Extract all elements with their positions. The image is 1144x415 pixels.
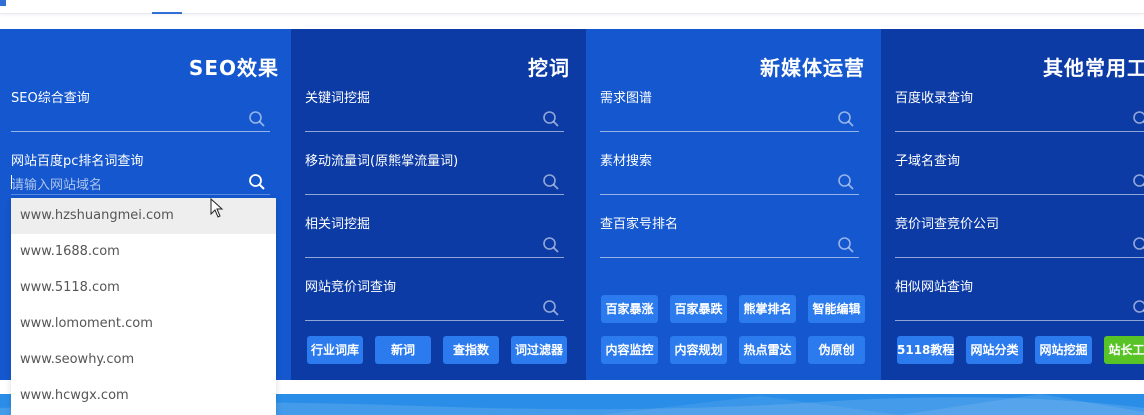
new-words-button[interactable]: 新词 xyxy=(375,336,431,364)
check-index-button[interactable]: 查指数 xyxy=(443,336,499,364)
hot-radar-button[interactable]: 热点雷达 xyxy=(739,336,796,364)
input-placeholder: 请输入网站域名 xyxy=(11,178,103,193)
panel-new-media: 新媒体运营 需求图谱 素材搜索 查百家号排名 百家暴涨 百家暴跌 熊掌排名 智能… xyxy=(586,29,881,380)
search-icon[interactable] xyxy=(542,299,560,317)
other-button-row: 5118教程 网站分类 网站挖掘 站长工具 xyxy=(897,336,1144,364)
baijiahao-rank-field: 查百家号排名 xyxy=(600,213,859,261)
bid-company-field: 竞价词查竞价公司 xyxy=(895,213,1144,261)
site-mining-button[interactable]: 网站挖掘 xyxy=(1035,336,1092,364)
suggestion-item[interactable]: www.hcwgx.com xyxy=(11,378,276,414)
demand-graph-field: 需求图谱 xyxy=(600,87,859,135)
related-word-field: 相关词挖掘 xyxy=(305,213,564,261)
content-monitor-button[interactable]: 内容监控 xyxy=(601,336,658,364)
seo-overall-query-input[interactable] xyxy=(11,107,270,132)
baidu-index-query-input[interactable] xyxy=(895,107,1144,132)
search-icon[interactable] xyxy=(542,173,560,191)
search-icon[interactable] xyxy=(542,236,560,254)
industry-lexicon-button[interactable]: 行业词库 xyxy=(307,336,363,364)
bid-word-field: 网站竞价词查询 xyxy=(305,276,564,324)
search-icon[interactable] xyxy=(1132,110,1144,128)
panel-title: 其他常用工具 xyxy=(1043,56,1144,80)
search-icon[interactable] xyxy=(248,110,266,128)
field-label: 竞价词查竞价公司 xyxy=(895,217,1000,232)
nav-logo-edge xyxy=(0,0,6,6)
baijiahao-rank-input[interactable] xyxy=(600,233,859,258)
search-icon[interactable] xyxy=(837,110,855,128)
field-label: 子域名查询 xyxy=(895,154,961,169)
field-label: 百度收录查询 xyxy=(895,91,974,106)
tutorial-button[interactable]: 5118教程 xyxy=(897,336,954,364)
panel-title: 挖词 xyxy=(528,56,570,80)
field-label: 需求图谱 xyxy=(600,91,653,106)
word-filter-button[interactable]: 词过滤器 xyxy=(511,336,567,364)
search-icon[interactable] xyxy=(837,236,855,254)
content-plan-button[interactable]: 内容规划 xyxy=(670,336,727,364)
material-search-field: 素材搜索 xyxy=(600,150,859,198)
field-label: 移动流量词(原熊掌流量词) xyxy=(305,154,459,169)
keyword-mining-field: 关键词挖掘 xyxy=(305,87,564,135)
mouse-pointer-icon xyxy=(210,197,224,218)
search-icon[interactable] xyxy=(1132,173,1144,191)
smart-edit-button[interactable]: 智能编辑 xyxy=(808,295,865,323)
xiongzhang-rank-button[interactable]: 熊掌排名 xyxy=(739,295,796,323)
top-nav-bar xyxy=(0,0,1144,14)
mobile-traffic-word-input[interactable] xyxy=(305,170,564,195)
domain-suggestion-dropdown: www.hzshuangmei.com www.1688.com www.511… xyxy=(11,198,276,415)
panel-title: SEO效果 xyxy=(188,56,279,80)
field-label: 素材搜索 xyxy=(600,154,653,169)
mining-button-row: 行业词库 新词 查指数 词过滤器 xyxy=(307,336,567,364)
text-caret xyxy=(11,175,12,189)
material-search-input[interactable] xyxy=(600,170,859,195)
search-icon[interactable] xyxy=(1132,236,1144,254)
bid-word-input[interactable] xyxy=(305,296,564,321)
mobile-traffic-word-field: 移动流量词(原熊掌流量词) xyxy=(305,150,564,198)
field-label: 相关词挖掘 xyxy=(305,217,371,232)
suggestion-item[interactable]: www.hzshuangmei.com xyxy=(11,198,276,234)
bid-company-input[interactable] xyxy=(895,233,1144,258)
panel-title: 新媒体运营 xyxy=(760,56,865,80)
panel-mining: 挖词 关键词挖掘 移动流量词(原熊掌流量词) 相关词挖掘 网站竞价词查询 行业词… xyxy=(291,29,586,380)
subdomain-query-input[interactable] xyxy=(895,170,1144,195)
webmaster-tools-button[interactable]: 站长工具 xyxy=(1104,336,1144,364)
field-label: 相似网站查询 xyxy=(895,280,974,295)
suggestion-item[interactable]: www.lomoment.com xyxy=(11,306,276,342)
baidu-pc-rank-field: 网站百度pc排名词查询 请输入网站域名 xyxy=(11,150,270,198)
baidu-index-query-field: 百度收录查询 xyxy=(895,87,1144,135)
search-icon[interactable] xyxy=(248,173,266,191)
media-button-row-2: 内容监控 内容规划 热点雷达 伪原创 xyxy=(601,336,865,364)
baijia-surge-button[interactable]: 百家暴涨 xyxy=(601,295,658,323)
field-label: 网站百度pc排名词查询 xyxy=(11,154,144,169)
suggestion-item[interactable]: www.seowhy.com xyxy=(11,342,276,378)
pseudo-original-button[interactable]: 伪原创 xyxy=(808,336,865,364)
panel-other-tools: 其他常用工具 百度收录查询 子域名查询 竞价词查竞价公司 相似网站查询 xyxy=(881,29,1144,380)
field-label: SEO综合查询 xyxy=(11,91,90,106)
search-icon[interactable] xyxy=(542,110,560,128)
site-category-button[interactable]: 网站分类 xyxy=(966,336,1023,364)
seo-overall-query-field: SEO综合查询 xyxy=(11,87,270,135)
demand-graph-input[interactable] xyxy=(600,107,859,132)
field-label: 网站竞价词查询 xyxy=(305,280,397,295)
search-icon[interactable] xyxy=(1132,299,1144,317)
subdomain-query-field: 子域名查询 xyxy=(895,150,1144,198)
similar-site-field: 相似网站查询 xyxy=(895,276,1144,324)
baijia-plunge-button[interactable]: 百家暴跌 xyxy=(670,295,727,323)
suggestion-item[interactable]: www.1688.com xyxy=(11,234,276,270)
search-icon[interactable] xyxy=(837,173,855,191)
media-button-row-1: 百家暴涨 百家暴跌 熊掌排名 智能编辑 xyxy=(601,295,865,323)
related-word-input[interactable] xyxy=(305,233,564,258)
baidu-pc-rank-input[interactable]: 请输入网站域名 xyxy=(11,170,270,195)
field-label: 查百家号排名 xyxy=(600,217,679,232)
keyword-mining-input[interactable] xyxy=(305,107,564,132)
suggestion-item[interactable]: www.5118.com xyxy=(11,270,276,306)
active-tab-indicator xyxy=(152,12,182,14)
field-label: 关键词挖掘 xyxy=(305,91,371,106)
similar-site-input[interactable] xyxy=(895,296,1144,321)
